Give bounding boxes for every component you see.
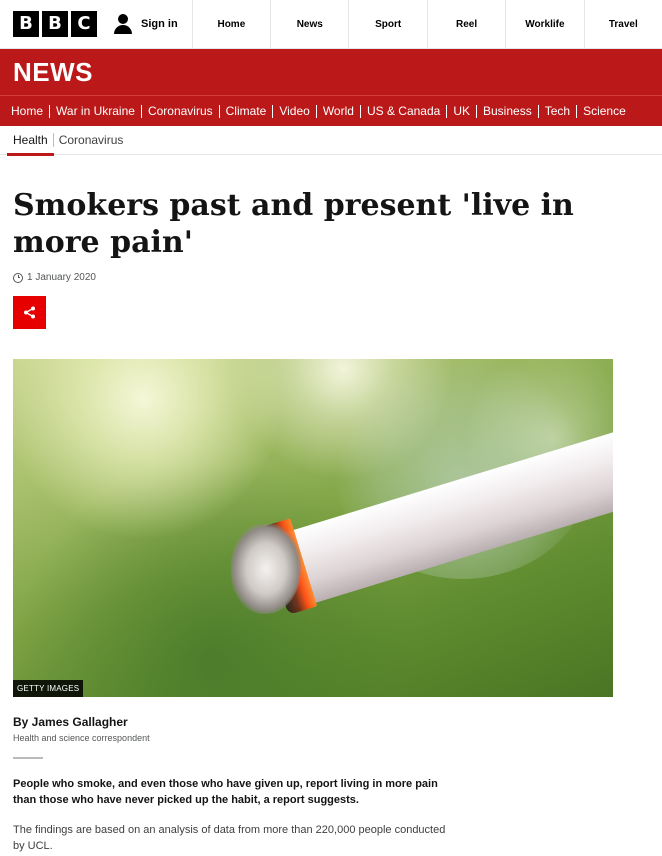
user-icon [113, 14, 133, 34]
news-nav-tech[interactable]: Tech [539, 104, 578, 118]
news-wordmark[interactable]: NEWS [13, 57, 93, 88]
sign-in-link[interactable]: Sign in [113, 0, 193, 48]
byline-name[interactable]: By James Gallagher [13, 715, 649, 729]
news-nav: Home War in Ukraine Coronavirus Climate … [0, 95, 662, 126]
share-button[interactable] [13, 296, 46, 329]
sign-in-label: Sign in [141, 18, 178, 30]
news-nav-uk[interactable]: UK [447, 104, 477, 118]
section-sub-nav: Health Coronavirus [0, 126, 662, 156]
article-date: 1 January 2020 [13, 272, 649, 283]
bbc-logo[interactable]: B B C [13, 11, 97, 37]
sub-nav-coronavirus[interactable]: Coronavirus [54, 133, 129, 147]
news-nav-business[interactable]: Business [477, 104, 539, 118]
clock-icon [13, 272, 23, 283]
sub-nav-health[interactable]: Health [7, 133, 54, 156]
image-credit: GETTY IMAGES [13, 680, 84, 697]
news-nav-war-in-ukraine[interactable]: War in Ukraine [50, 104, 142, 118]
cigarette-ash-graphic [231, 524, 301, 614]
news-nav-climate[interactable]: Climate [220, 104, 274, 118]
global-nav-news[interactable]: News [271, 0, 350, 48]
global-nav-travel[interactable]: Travel [585, 0, 662, 48]
global-nav-sport[interactable]: Sport [349, 0, 428, 48]
article-paragraph: The findings are based on an analysis of… [13, 824, 446, 852]
news-nav-home[interactable]: Home [5, 104, 51, 118]
article-intro: People who smoke, and even those who hav… [13, 778, 438, 806]
article: Smokers past and present 'live in more p… [0, 155, 662, 854]
global-nav-home[interactable]: Home [193, 0, 272, 48]
global-nav-worklife[interactable]: Worklife [506, 0, 585, 48]
global-header: B B C Sign in Home News Sport Reel Workl… [0, 0, 662, 49]
article-date-text: 1 January 2020 [27, 272, 96, 283]
byline-role: Health and science correspondent [13, 733, 150, 743]
news-nav-science[interactable]: Science [577, 104, 632, 118]
bbc-logo-letter: B [42, 11, 68, 37]
hero-image: GETTY IMAGES [13, 359, 613, 697]
news-nav-video[interactable]: Video [273, 104, 317, 118]
bbc-logo-letter: B [13, 11, 39, 37]
global-nav-reel[interactable]: Reel [428, 0, 507, 48]
bbc-logo-letter: C [71, 11, 97, 37]
article-title: Smokers past and present 'live in more p… [13, 188, 574, 260]
news-nav-coronavirus[interactable]: Coronavirus [142, 104, 220, 118]
global-nav: Home News Sport Reel Worklife Travel [193, 0, 662, 48]
share-icon [24, 306, 35, 319]
news-banner: NEWS [0, 49, 662, 95]
news-nav-world[interactable]: World [317, 104, 361, 118]
news-nav-us-canada[interactable]: US & Canada [361, 104, 448, 118]
byline-divider [13, 757, 43, 759]
